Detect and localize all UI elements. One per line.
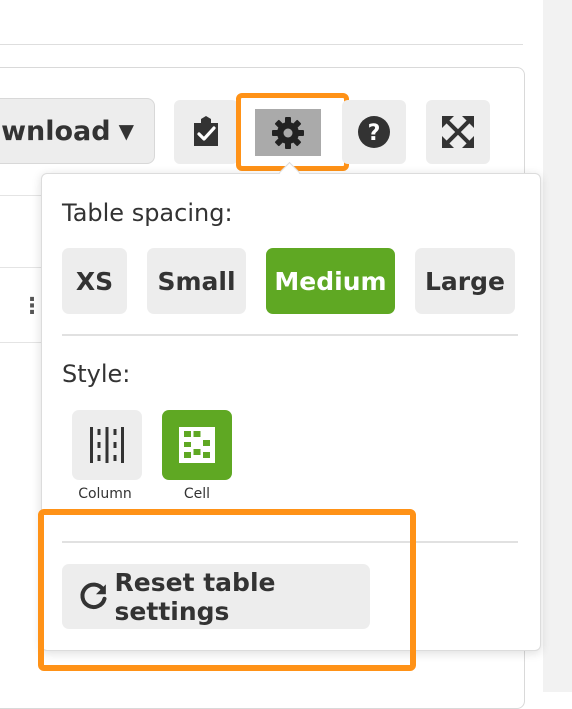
table-spacing-label: Table spacing: [62,199,233,227]
download-label: ownload [0,115,111,147]
spacing-small-button[interactable]: Small [147,248,246,314]
spacing-xs-button[interactable]: XS [62,248,127,314]
question-circle-icon: ? [358,116,390,148]
spacing-medium-button[interactable]: Medium [266,248,395,314]
svg-text:?: ? [368,121,381,146]
style-column-button[interactable] [72,410,142,480]
clipboard-button[interactable] [174,100,238,164]
gear-icon [272,116,304,149]
settings-button[interactable] [255,109,321,156]
table-row-border [0,342,46,343]
download-button[interactable]: ownload ▼ [0,98,155,164]
style-cell-button[interactable] [162,410,232,480]
help-button[interactable]: ? [342,100,406,164]
fullscreen-button[interactable] [426,100,490,164]
expand-arrows-icon [442,116,474,148]
clipboard-check-icon [194,116,218,146]
style-column-caption: Column [78,486,132,502]
column-lines-icon [90,427,124,463]
reset-label: Reset table settings [114,567,276,626]
spacing-divider [62,334,518,336]
table-header-bottom-border [0,267,46,268]
table-header-top-border [0,195,46,196]
row-menu-icon[interactable]: ⋮ [21,296,43,318]
reset-table-settings-button[interactable]: Reset table settings [62,564,370,629]
style-cell-caption: Cell [183,486,211,502]
caret-down-icon: ▼ [118,119,134,143]
page-right-gutter [543,0,572,692]
top-divider [0,44,523,45]
style-divider [62,541,518,543]
spacing-large-button[interactable]: Large [415,248,515,314]
style-label: Style: [62,360,131,388]
refresh-icon [80,582,107,609]
cell-grid-icon [179,427,215,463]
